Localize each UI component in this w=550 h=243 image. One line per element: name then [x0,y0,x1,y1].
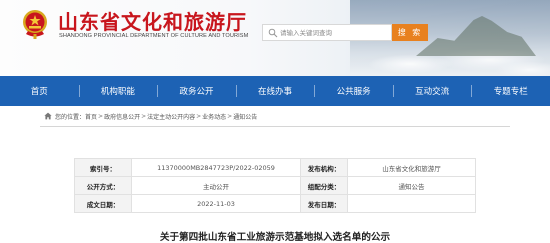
site-header: 山东省文化和旅游厅 SHANDONG PROVINCIAL DEPARTMENT… [0,0,550,76]
publish-date-label: 发布日期： [300,194,348,213]
nav-item-topics[interactable]: 专题专栏 [471,76,550,106]
index-value: 11370000MB2847723P/2022-02059 [131,158,301,177]
publish-date-value [347,194,476,213]
search-icon [268,28,278,38]
national-emblem-icon[interactable] [20,8,50,40]
breadcrumb-separator: > [196,112,202,120]
method-value: 主动公开 [131,176,301,195]
site-subtitle: SHANDONG PROVINCIAL DEPARTMENT OF CULTUR… [59,33,249,39]
index-label: 索引号： [74,158,132,177]
breadcrumb-separator: > [227,112,233,120]
breadcrumb-item-gov-info[interactable]: 政府信息公开 [104,112,140,121]
table-row: 成文日期： 2022-11-03 发布日期： [74,194,476,213]
nav-item-gov-affairs[interactable]: 政务公开 [157,76,236,106]
breadcrumb-item-business[interactable]: 业务动态 [202,112,226,121]
search-box [262,24,392,41]
category-value: 通知公告 [347,176,476,195]
breadcrumb-item-statutory[interactable]: 法定主动公开内容 [147,112,195,121]
date-label: 成文日期： [74,194,132,213]
main-nav: 首页 机构职能 政务公开 在线办事 公共服务 互动交流 专题专栏 [0,76,550,106]
breadcrumb-prefix: 您的位置： [55,113,86,121]
publisher-value: 山东省文化和旅游厅 [347,158,476,177]
document-info-table: 索引号： 11370000MB2847723P/2022-02059 发布机构：… [74,158,476,213]
date-value: 2022-11-03 [131,194,301,213]
category-label: 组配分类： [300,176,348,195]
breadcrumb: 您的位置： 首页 > 政府信息公开 > 法定主动公开内容 > 业务动态 > 通知… [44,110,257,122]
method-label: 公开方式： [74,176,132,195]
search-button[interactable]: 搜 索 [392,24,428,41]
table-row: 公开方式： 主动公开 组配分类： 通知公告 [74,176,476,195]
home-icon [44,112,52,120]
breadcrumb-item-home[interactable]: 首页 [85,112,97,121]
breadcrumb-separator: > [98,112,104,120]
nav-item-functions[interactable]: 机构职能 [78,76,158,106]
content-divider [40,126,510,127]
publisher-label: 发布机构： [300,158,348,177]
site-title[interactable]: 山东省文化和旅游厅 [58,6,247,35]
nav-item-public-services[interactable]: 公共服务 [314,76,393,106]
breadcrumb-separator: > [141,112,147,120]
document-title: 关于第四批山东省工业旅游示范基地拟入选名单的公示 [159,232,391,243]
nav-item-interaction[interactable]: 互动交流 [392,76,472,106]
search-input[interactable] [280,25,390,40]
table-row: 索引号： 11370000MB2847723P/2022-02059 发布机构：… [74,158,476,177]
nav-item-home[interactable]: 首页 [0,76,79,106]
breadcrumb-item-notices[interactable]: 通知公告 [233,112,257,121]
nav-item-online-services[interactable]: 在线办事 [235,76,315,106]
